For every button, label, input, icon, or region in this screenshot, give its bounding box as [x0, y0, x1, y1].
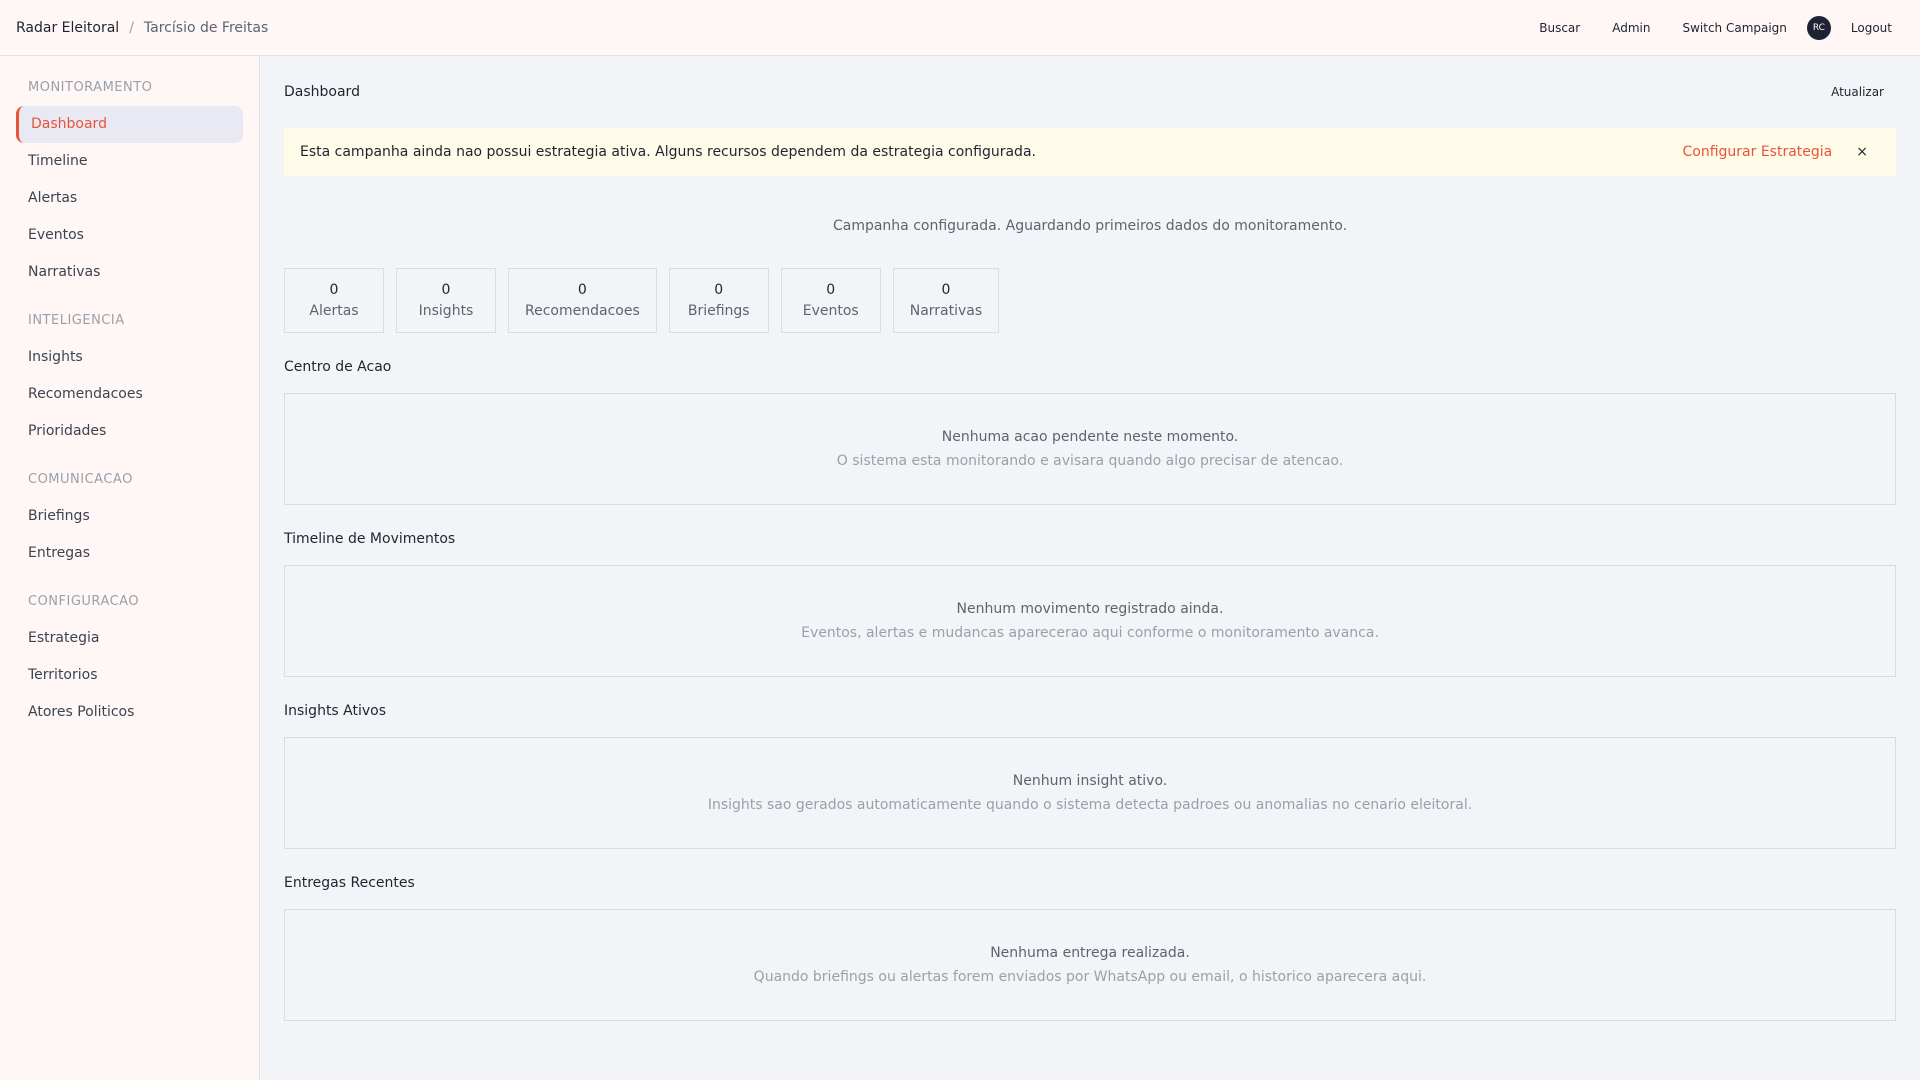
stat-label: Alertas — [309, 302, 359, 319]
empty-state-description: O sistema esta monitorando e avisara qua… — [836, 453, 1344, 469]
stat-card-recomendacoes[interactable]: 0 Recomendacoes — [508, 268, 657, 333]
stat-label: Insights — [418, 302, 474, 319]
timeline-section: Timeline de Movimentos Nenhum movimento … — [284, 531, 1896, 677]
sidebar-section-comunicacao: COMUNICACAO Briefings Entregas — [16, 468, 243, 572]
stat-card-eventos[interactable]: 0 Eventos — [780, 268, 881, 333]
sidebar-item-prioridades[interactable]: Prioridades — [16, 413, 243, 450]
empty-state-title: Nenhuma entrega realizada. — [990, 945, 1190, 961]
sidebar-item-dashboard[interactable]: Dashboard — [16, 106, 243, 143]
sidebar-section-title: INTELIGENCIA — [28, 313, 125, 328]
alert-actions: Configurar Estrategia × — [1683, 144, 1881, 160]
sidebar-section-monitoramento: MONITORAMENTO Dashboard Timeline Alertas… — [16, 76, 243, 291]
stats-row: 0 Alertas 0 Insights 0 Recomendacoes 0 B… — [284, 268, 1896, 333]
sidebar-item-alertas[interactable]: Alertas — [16, 180, 243, 217]
campaign-name: Tarcísio de Freitas — [143, 19, 269, 36]
empty-state: Nenhum insight ativo. Insights sao gerad… — [284, 737, 1896, 849]
stat-value: 0 — [941, 281, 951, 298]
refresh-button[interactable]: Atualizar — [1831, 85, 1884, 99]
empty-state-description: Insights sao gerados automaticamente qua… — [707, 797, 1473, 813]
sidebar-section-title: MONITORAMENTO — [28, 80, 153, 95]
action-center-section: Centro de Acao Nenhuma acao pendente nes… — [284, 359, 1896, 505]
stat-value: 0 — [714, 281, 724, 298]
stat-card-alertas[interactable]: 0 Alertas — [284, 268, 384, 333]
stat-label: Narrativas — [909, 302, 983, 319]
sidebar: MONITORAMENTO Dashboard Timeline Alertas… — [0, 56, 260, 1080]
configure-strategy-link[interactable]: Configurar Estrategia — [1683, 144, 1833, 160]
stat-value: 0 — [577, 281, 587, 298]
sidebar-section-title: CONFIGURACAO — [28, 594, 140, 609]
sidebar-section-title: COMUNICACAO — [28, 472, 133, 487]
empty-state-description: Eventos, alertas e mudancas aparecerao a… — [801, 625, 1379, 641]
breadcrumb: Radar Eleitoral / Tarcísio de Freitas — [16, 20, 268, 36]
sidebar-item-eventos[interactable]: Eventos — [16, 217, 243, 254]
status-message: Campanha configurada. Aguardando primeir… — [832, 218, 1348, 234]
empty-state-title: Nenhum insight ativo. — [1012, 773, 1168, 789]
stat-card-narrativas[interactable]: 0 Narrativas — [892, 268, 1000, 333]
sidebar-item-atores-politicos[interactable]: Atores Politicos — [16, 694, 243, 731]
empty-state: Nenhuma acao pendente neste momento. O s… — [284, 393, 1896, 505]
sidebar-item-insights[interactable]: Insights — [16, 339, 243, 376]
close-icon[interactable]: × — [1856, 144, 1868, 160]
sidebar-item-briefings[interactable]: Briefings — [16, 498, 243, 535]
sidebar-item-entregas[interactable]: Entregas — [16, 535, 243, 572]
stat-label: Recomendacoes — [525, 302, 640, 319]
empty-state-title: Nenhuma acao pendente neste momento. — [941, 429, 1239, 445]
avatar[interactable]: RC — [1806, 15, 1831, 40]
sidebar-item-narrativas[interactable]: Narrativas — [16, 254, 243, 291]
switch-campaign-link[interactable]: Switch Campaign — [1682, 21, 1786, 35]
alert-text: Esta campanha ainda nao possui estrategi… — [300, 144, 1036, 160]
strategy-warning-banner: Esta campanha ainda nao possui estrategi… — [284, 128, 1896, 176]
stat-card-briefings[interactable]: 0 Briefings — [668, 268, 769, 333]
logout-link[interactable]: Logout — [1851, 21, 1892, 35]
top-nav: Buscar Admin Switch Campaign RC Logout — [1539, 15, 1904, 40]
page-title: Dashboard — [284, 84, 360, 100]
stat-card-insights[interactable]: 0 Insights — [396, 268, 496, 333]
stat-label: Briefings — [687, 302, 750, 319]
sidebar-item-timeline[interactable]: Timeline — [16, 143, 243, 180]
stat-value: 0 — [329, 281, 339, 298]
admin-link[interactable]: Admin — [1612, 21, 1650, 35]
breadcrumb-separator: / — [129, 19, 134, 36]
sidebar-section-inteligencia: INTELIGENCIA Insights Recomendacoes Prio… — [16, 309, 243, 450]
active-insights-section: Insights Ativos Nenhum insight ativo. In… — [284, 703, 1896, 849]
sidebar-item-estrategia[interactable]: Estrategia — [16, 620, 243, 657]
stat-value: 0 — [441, 281, 451, 298]
empty-state: Nenhuma entrega realizada. Quando briefi… — [284, 909, 1896, 1021]
section-title: Centro de Acao — [284, 359, 392, 375]
empty-state-title: Nenhum movimento registrado ainda. — [956, 601, 1224, 617]
empty-state: Nenhum movimento registrado ainda. Event… — [284, 565, 1896, 677]
section-title: Insights Ativos — [284, 703, 387, 719]
app-name-link[interactable]: Radar Eleitoral — [16, 20, 119, 36]
recent-deliveries-section: Entregas Recentes Nenhuma entrega realiz… — [284, 875, 1896, 1021]
sidebar-item-territorios[interactable]: Territorios — [16, 657, 243, 694]
page-header: Dashboard Atualizar — [284, 56, 1896, 128]
section-title: Timeline de Movimentos — [284, 531, 456, 547]
section-title: Entregas Recentes — [284, 875, 415, 891]
empty-state-description: Quando briefings ou alertas forem enviad… — [753, 969, 1427, 985]
sidebar-item-recomendacoes[interactable]: Recomendacoes — [16, 376, 243, 413]
search-link[interactable]: Buscar — [1539, 21, 1580, 35]
top-bar: Radar Eleitoral / Tarcísio de Freitas Bu… — [0, 0, 1920, 56]
stat-value: 0 — [826, 281, 836, 298]
stat-label: Eventos — [802, 302, 859, 319]
sidebar-section-configuracao: CONFIGURACAO Estrategia Territorios Ator… — [16, 590, 243, 731]
main-content: Dashboard Atualizar Esta campanha ainda … — [284, 56, 1896, 1021]
